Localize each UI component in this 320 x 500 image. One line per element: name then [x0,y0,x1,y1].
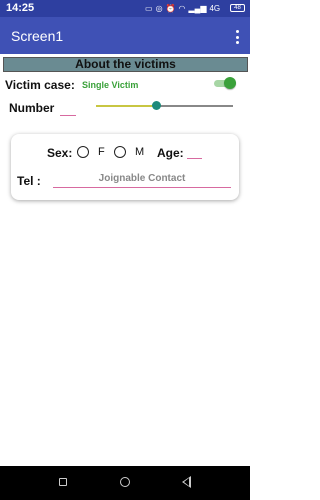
victim-case-toggle[interactable] [214,77,236,89]
home-icon[interactable] [120,477,130,487]
status-bar: 14:25 ▭ ◎ ⏰ ◠ ▂▄▆ 4G 48 [0,0,250,17]
toggle-thumb [224,77,236,89]
alarm-icon: ⏰ [165,4,176,13]
section-header: About the victims [3,57,248,72]
status-icons: ▭ ◎ ⏰ ◠ ▂▄▆ 4G [145,3,220,14]
slider-active-track [96,105,156,107]
overflow-menu-icon[interactable] [236,30,240,44]
number-label: Number [9,101,55,115]
radio-female[interactable] [77,146,89,158]
navigation-bar [0,466,250,500]
number-input[interactable] [60,104,76,116]
slider-inactive-track [156,105,233,107]
notification-icon: ◎ [155,4,163,13]
battery-icon: 48 [230,4,245,12]
wifi-icon: ◠ [178,4,186,13]
sim-icon: ▭ [145,4,153,13]
radio-male[interactable] [114,146,126,158]
victim-case-label: Victim case: [5,78,75,92]
victim-case-value: Single Victim [82,80,139,90]
radio-female-label: F [98,146,105,158]
battery-level: 48 [234,5,241,11]
app-title: Screen1 [11,28,64,44]
status-time: 14:25 [6,2,35,14]
sex-label: Sex: [47,146,73,160]
back-icon[interactable] [182,476,191,488]
age-input[interactable] [187,147,202,159]
number-slider[interactable] [96,100,233,112]
network-type: 4G [209,4,221,13]
age-label: Age: [157,146,184,160]
app-bar: Screen1 [0,17,250,54]
tel-input[interactable]: Joignable Contact [53,172,231,188]
radio-male-label: M [135,146,145,158]
signal-icon: ▂▄▆ [188,4,207,13]
tel-label: Tel : [17,174,41,188]
details-card: Sex: F M Age: Tel : Joignable Contact [11,134,239,200]
recent-apps-icon[interactable] [59,478,67,486]
slider-thumb[interactable] [152,101,161,110]
